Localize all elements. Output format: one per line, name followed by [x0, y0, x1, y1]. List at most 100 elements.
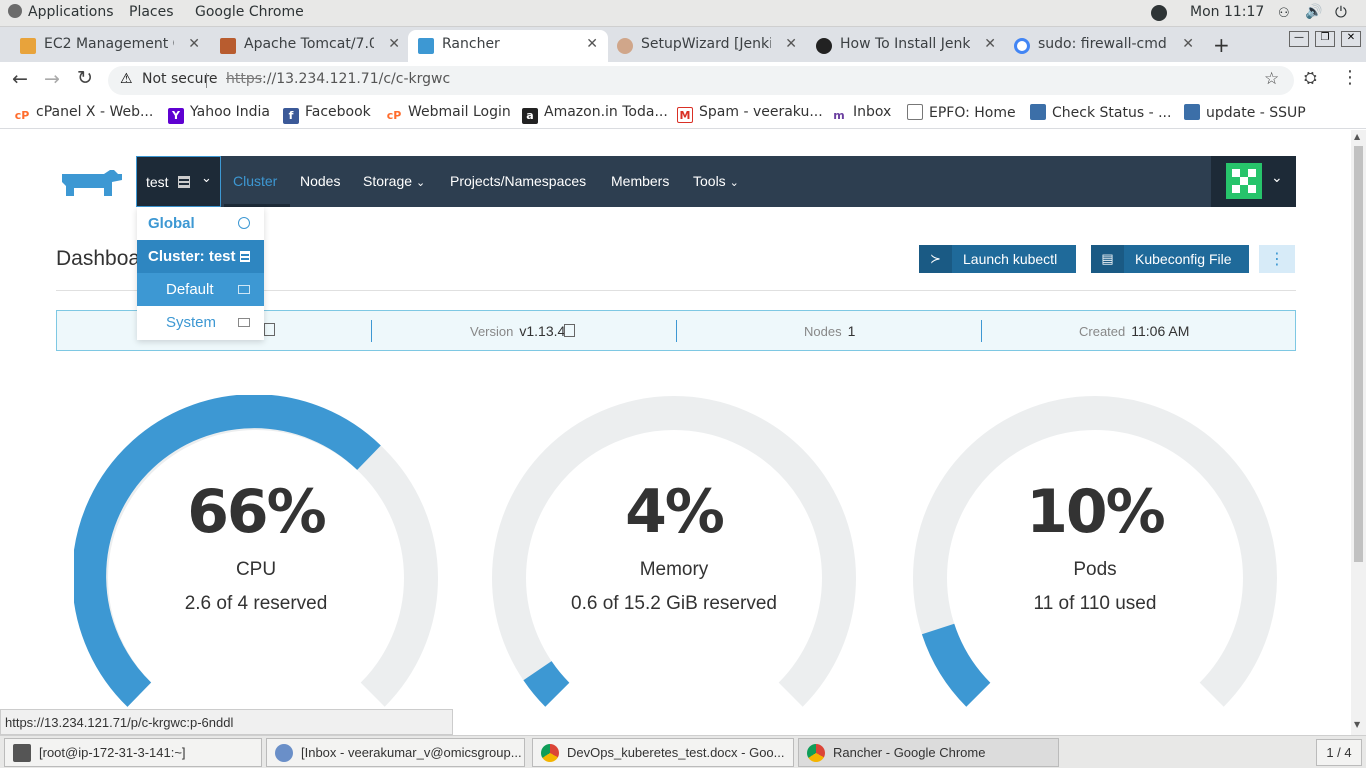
page-scrollbar[interactable]: ▲ ▼	[1351, 130, 1366, 735]
version-value: v1.13.4	[519, 323, 566, 339]
created-value: 11:06 AM	[1131, 323, 1190, 339]
active-app-menu[interactable]: Google Chrome	[195, 4, 304, 20]
chrome-menu-icon[interactable]: ⋮	[1341, 67, 1359, 88]
back-icon[interactable]: ←	[12, 68, 28, 90]
copy-icon[interactable]	[264, 323, 275, 336]
bookmark-update-ssup[interactable]: update - SSUP	[1184, 104, 1306, 121]
url-text[interactable]: https://13.234.121.71/c/c-krgwc	[226, 71, 450, 87]
task-terminal[interactable]: [root@ip-172-31-3-141:~]	[4, 738, 262, 767]
bookmark-label: Inbox	[853, 104, 892, 120]
gauge-track	[492, 396, 856, 707]
scroll-up-icon[interactable]: ▲	[1354, 132, 1360, 141]
bookmark-star-icon[interactable]: ☆	[1264, 69, 1279, 89]
bookmark-label: Amazon.in Toda...	[544, 104, 668, 120]
nav-nodes[interactable]: Nodes	[300, 173, 340, 189]
bookmark-webmail[interactable]: cP Webmail Login	[386, 104, 511, 124]
tab-jenkins-setup[interactable]: SetupWizard [Jenkin ✕	[607, 30, 807, 62]
dropdown-default-label: Default	[166, 281, 214, 298]
chrome-icon	[541, 744, 559, 762]
chevron-down-icon: ⌄	[729, 177, 739, 189]
volume-icon[interactable]: 🔊	[1305, 4, 1322, 20]
close-tab-icon[interactable]: ✕	[785, 36, 797, 52]
clock[interactable]: Mon 11:17	[1190, 4, 1264, 20]
tab-tomcat[interactable]: Apache Tomcat/7.0. ✕	[210, 30, 410, 62]
bookmark-facebook[interactable]: f Facebook	[283, 104, 371, 124]
bookmark-amazon[interactable]: a Amazon.in Toda...	[522, 104, 668, 124]
scrollbar-thumb[interactable]	[1354, 146, 1363, 562]
nav-tools[interactable]: Tools ⌄	[693, 173, 739, 189]
power-icon[interactable]: ⏻	[1335, 3, 1347, 21]
page-content: test ⌄ Cluster Nodes Storage ⌄ Projects/…	[0, 130, 1351, 708]
pods-label: Pods	[1073, 559, 1117, 580]
close-tab-icon[interactable]: ✕	[586, 36, 598, 52]
bookmark-epfo[interactable]: EPFO: Home	[907, 104, 1016, 121]
dropdown-item-cluster[interactable]: Cluster: test	[137, 240, 264, 273]
close-window-icon[interactable]: ✕	[1341, 31, 1361, 47]
workspace-switcher[interactable]: 1 / 4	[1316, 739, 1362, 766]
task-inbox[interactable]: [Inbox - veerakumar_v@omicsgroup...	[266, 738, 525, 767]
url-scheme: https	[226, 71, 263, 87]
dropdown-item-default[interactable]: Default	[137, 273, 264, 306]
nav-storage[interactable]: Storage ⌄	[363, 173, 425, 189]
new-tab-icon[interactable]: +	[1213, 33, 1230, 57]
user-menu[interactable]: ⌄	[1211, 156, 1296, 207]
nav-members[interactable]: Members	[611, 173, 669, 189]
kubeconfig-file-button[interactable]: ▤ Kubeconfig File	[1091, 245, 1249, 273]
tab-title: Apache Tomcat/7.0.	[244, 36, 374, 52]
nav-cluster[interactable]: Cluster	[233, 173, 277, 189]
restore-window-icon[interactable]: ❐	[1315, 31, 1335, 47]
dropdown-item-system[interactable]: System	[137, 306, 264, 339]
dropdown-item-global[interactable]: Global	[137, 207, 264, 240]
extension-icon[interactable]: ⛭	[1304, 68, 1317, 88]
close-tab-icon[interactable]: ✕	[188, 36, 200, 52]
avatar	[1226, 163, 1262, 199]
tab-firewall-search[interactable]: sudo: firewall-cmd: c ✕	[1004, 30, 1204, 62]
network-icon[interactable]: ⚇	[1278, 6, 1290, 21]
launch-kubectl-button[interactable]: ≻ Launch kubectl	[919, 245, 1076, 273]
bookmark-yahoo[interactable]: Y Yahoo India	[168, 104, 270, 124]
address-bar[interactable]: ⚠ Not secure https://13.234.121.71/c/c-k…	[108, 66, 1294, 95]
accessibility-icon[interactable]	[1151, 5, 1167, 21]
address-divider	[206, 73, 207, 88]
close-tab-icon[interactable]: ✕	[1182, 36, 1194, 52]
nav-projects-namespaces[interactable]: Projects/Namespaces	[450, 173, 586, 189]
digitalocean-icon	[816, 38, 832, 54]
tab-install-jenkins[interactable]: How To Install Jenki ✕	[806, 30, 1006, 62]
tab-rancher[interactable]: Rancher ✕	[408, 30, 608, 62]
terminal-icon: ≻	[919, 245, 952, 273]
minimize-window-icon[interactable]: —	[1289, 31, 1309, 47]
reload-icon[interactable]: ↻	[77, 67, 93, 89]
cluster-selector[interactable]: test ⌄	[136, 156, 221, 207]
cpanel-icon: cP	[386, 109, 402, 122]
rancher-nav: test ⌄ Cluster Nodes Storage ⌄ Projects/…	[136, 156, 1296, 207]
more-actions-button[interactable]: ⋮	[1259, 245, 1295, 273]
close-tab-icon[interactable]: ✕	[984, 36, 996, 52]
chevron-down-icon: ⌄	[415, 177, 426, 189]
mail-icon	[275, 744, 293, 762]
tab-title: Rancher	[442, 36, 500, 52]
places-menu[interactable]: Places	[129, 4, 174, 20]
applications-menu[interactable]: Applications	[8, 4, 114, 20]
gauge-fill	[921, 623, 991, 707]
created-label: Created	[1079, 324, 1126, 339]
copy-icon[interactable]	[564, 324, 575, 337]
tab-title: SetupWizard [Jenkin	[641, 36, 771, 52]
forward-icon[interactable]: →	[44, 68, 60, 90]
bookmark-check-status[interactable]: Check Status - ...	[1030, 104, 1171, 121]
task-rancher-chrome[interactable]: Rancher - Google Chrome	[798, 738, 1059, 767]
tab-ec2[interactable]: EC2 Management Co ✕	[10, 30, 210, 62]
link-status-bubble: https://13.234.121.71/p/c-krgwc:p-6nddl	[0, 709, 453, 735]
google-icon	[1014, 38, 1030, 54]
scroll-down-icon[interactable]: ▼	[1354, 720, 1360, 729]
close-tab-icon[interactable]: ✕	[388, 36, 400, 52]
bookmark-label: cPanel X - Web...	[36, 104, 154, 120]
bookmark-inbox[interactable]: m Inbox	[831, 104, 891, 124]
system-top-bar: Applications Places Google Chrome Mon 11…	[0, 0, 1366, 27]
bookmark-cpanel[interactable]: cP cPanel X - Web...	[14, 104, 154, 124]
task-docx[interactable]: DevOps_kuberetes_test.docx - Goo...	[532, 738, 794, 767]
aws-icon	[20, 38, 36, 54]
bookmark-spam[interactable]: M Spam - veeraku...	[677, 104, 823, 123]
globe-icon	[238, 217, 250, 229]
rancher-logo[interactable]	[56, 166, 126, 198]
memory-percent: 4%	[625, 477, 725, 547]
